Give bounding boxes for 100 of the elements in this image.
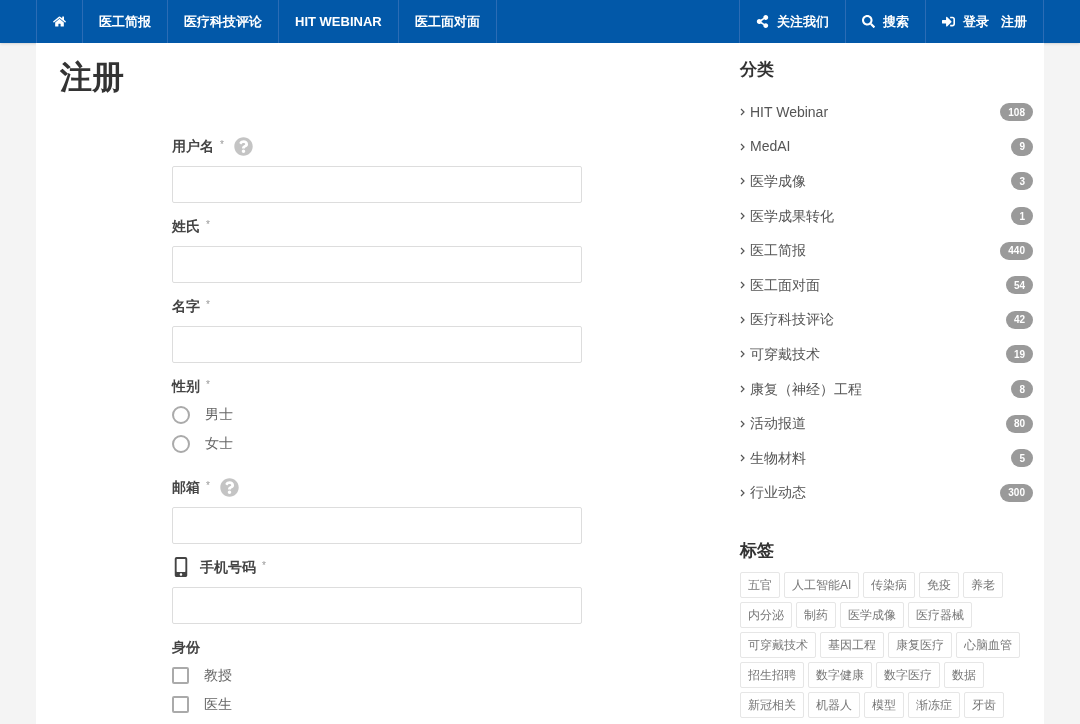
tag-link[interactable]: 机器人 [808, 692, 860, 719]
count-badge: 300 [1000, 483, 1033, 502]
tag-link[interactable]: 免疫 [919, 572, 960, 599]
count-badge: 108 [1000, 103, 1033, 122]
section-heading: 分类 [740, 59, 775, 81]
help-icon[interactable] [233, 136, 253, 156]
nav-link[interactable]: 搜索 [883, 11, 909, 32]
category-link[interactable]: 医疗科技评论 [750, 309, 834, 331]
nav-link[interactable]: HIT WEBINAR [295, 11, 382, 32]
nav-link[interactable]: 关注我们 [777, 11, 829, 32]
required-mark: * [262, 559, 266, 573]
field-label: 用户名 [172, 136, 214, 156]
checkbox-label: 医生 [204, 695, 232, 714]
page-title: 注册 [60, 58, 125, 97]
field-label: 名字 [172, 296, 200, 316]
chevron-icon [740, 177, 745, 186]
text-field[interactable] [172, 166, 582, 203]
category-link[interactable]: HIT Webinar [750, 101, 829, 123]
tag-link[interactable]: 招生招聘 [740, 662, 804, 689]
tag-link[interactable]: 模型 [864, 692, 904, 719]
mobile-phone-icon [172, 557, 190, 577]
field-label: 手机号码 [200, 557, 256, 577]
tag-link[interactable]: 医学成像 [840, 602, 904, 629]
chevron-icon [740, 212, 745, 221]
count-badge: 3 [1011, 172, 1033, 191]
nav-link[interactable]: 医工面对面 [414, 11, 480, 32]
category-link[interactable]: 医工面对面 [750, 274, 820, 296]
category-link[interactable]: 康复（神经）工程 [750, 378, 862, 400]
tag-link[interactable]: 传染病 [863, 572, 916, 599]
count-badge: 19 [1005, 345, 1033, 364]
checkbox[interactable] [172, 667, 189, 684]
radio-button[interactable] [172, 405, 190, 424]
tag-link[interactable]: 可穿戴技术 [740, 632, 816, 659]
chevron-icon [740, 108, 745, 117]
required-mark: * [206, 298, 210, 312]
chevron-icon [740, 281, 745, 290]
text-field[interactable] [172, 326, 582, 363]
help-icon[interactable] [219, 477, 239, 497]
count-badge: 8 [1011, 380, 1033, 399]
count-badge: 1 [1011, 207, 1033, 226]
share-icon [756, 15, 769, 28]
count-badge: 5 [1011, 449, 1033, 468]
required-mark: * [206, 479, 210, 493]
text-field[interactable] [172, 587, 582, 624]
nav-link[interactable]: 医工简报 [99, 11, 151, 32]
category-link[interactable]: 生物材料 [750, 447, 806, 469]
required-mark: * [206, 218, 210, 232]
tag-link[interactable]: 数字医疗 [876, 662, 940, 689]
field-label: 邮箱 [172, 477, 200, 497]
chevron-icon [740, 350, 745, 359]
tag-link[interactable]: 基因工程 [820, 632, 884, 659]
home-icon[interactable] [53, 15, 66, 28]
chevron-icon [740, 419, 745, 428]
category-link[interactable]: 行业动态 [750, 482, 806, 504]
tag-link[interactable]: 牙齿 [964, 692, 1004, 719]
field-label: 身份 [172, 637, 200, 657]
tag-link[interactable]: 内分泌 [740, 602, 792, 629]
count-badge: 42 [1005, 310, 1033, 329]
tag-link[interactable]: 数字健康 [808, 662, 872, 689]
field-label: 姓氏 [172, 216, 200, 236]
count-badge: 9 [1011, 137, 1033, 156]
text-field[interactable] [172, 246, 582, 283]
count-badge: 440 [1000, 241, 1033, 260]
chevron-icon [740, 246, 745, 255]
category-link[interactable]: 可穿戴技术 [750, 343, 820, 365]
category-link[interactable]: 医学成果转化 [750, 205, 834, 227]
tag-link[interactable]: 五官 [740, 572, 780, 599]
section-heading: 标签 [740, 540, 775, 563]
required-mark: * [220, 138, 224, 152]
category-link[interactable]: MedAI [750, 136, 791, 158]
radio-label: 女士 [205, 434, 233, 453]
category-link[interactable]: 医工简报 [750, 240, 806, 262]
chevron-icon [740, 454, 745, 463]
chevron-icon [740, 488, 745, 497]
tag-link[interactable]: 数据 [944, 662, 984, 689]
checkbox[interactable] [172, 696, 189, 713]
tag-link[interactable]: 人工智能AI [784, 572, 860, 599]
tag-link[interactable]: 养老 [963, 572, 1004, 599]
field-label: 性别 [172, 376, 200, 396]
required-mark: * [206, 378, 210, 392]
radio-label: 男士 [205, 405, 233, 424]
tag-link[interactable]: 康复医疗 [888, 632, 952, 659]
nav-link[interactable]: 医疗科技评论 [184, 11, 262, 32]
tag-link[interactable]: 医疗器械 [908, 602, 972, 629]
chevron-icon [740, 385, 745, 394]
tag-link[interactable]: 心脑血管 [956, 632, 1020, 659]
category-link[interactable]: 活动报道 [750, 413, 806, 435]
checkbox-label: 教授 [204, 666, 232, 685]
count-badge: 80 [1005, 414, 1033, 433]
nav-link[interactable]: 登录 [963, 11, 989, 32]
category-link[interactable]: 医学成像 [750, 171, 806, 192]
radio-button[interactable] [172, 434, 190, 453]
tag-link[interactable]: 制药 [796, 602, 836, 629]
text-field[interactable] [172, 507, 582, 544]
sign-in-icon [942, 15, 955, 28]
nav-link[interactable]: 注册 [1001, 11, 1027, 32]
count-badge: 54 [1005, 276, 1033, 295]
tag-link[interactable]: 渐冻症 [908, 692, 960, 719]
chevron-icon [740, 315, 745, 324]
tag-link[interactable]: 新冠相关 [740, 692, 804, 719]
